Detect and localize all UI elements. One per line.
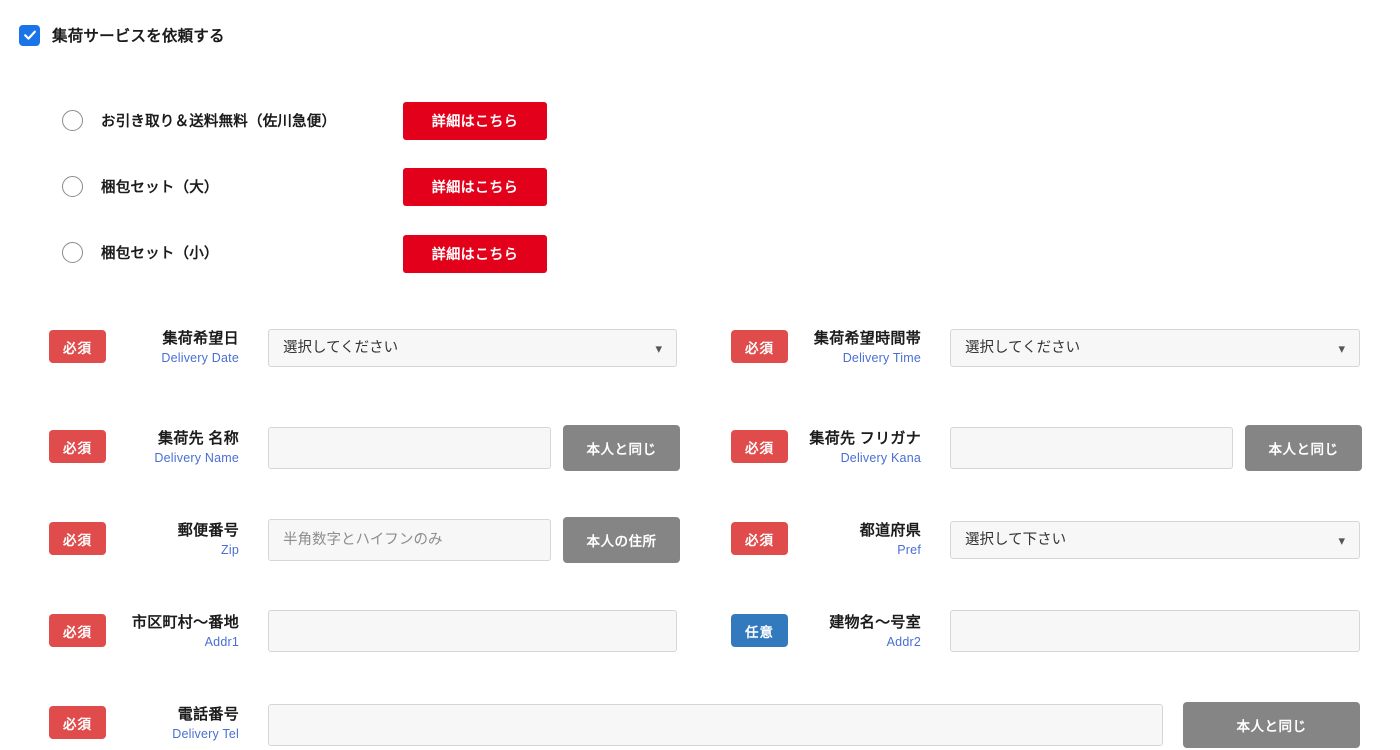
radio-unselected-icon[interactable]: [62, 176, 83, 197]
label-en-delivery-name: Delivery Name: [154, 450, 239, 465]
select-delivery-date[interactable]: 選択してください ▾: [268, 329, 677, 367]
badge-required: 必須: [731, 330, 788, 363]
field-wrap-pref: 選択して下さい ▾: [950, 521, 1360, 559]
option-row-package-small[interactable]: 梱包セット（小）: [62, 242, 219, 263]
option-label-package-small: 梱包セット（小）: [101, 246, 219, 262]
badge-required: 必須: [49, 522, 106, 555]
input-delivery-name[interactable]: [268, 427, 551, 469]
chevron-down-icon: ▾: [1338, 340, 1345, 356]
chevron-down-icon: ▾: [1338, 532, 1345, 548]
badge-required: 必須: [49, 430, 106, 463]
select-delivery-time[interactable]: 選択してください ▾: [950, 329, 1360, 367]
field-label-delivery-date: 必須 集荷希望日 Delivery Date: [49, 330, 239, 368]
label-ja-addr1: 市区町村〜番地: [131, 614, 239, 631]
label-ja-delivery-time: 集荷希望時間帯: [813, 330, 921, 347]
same-as-self-button-delivery-tel[interactable]: 本人と同じ: [1183, 702, 1360, 748]
label-ja-delivery-tel: 電話番号: [177, 706, 239, 723]
label-block-addr1: 市区町村〜番地 Addr1: [119, 614, 239, 652]
label-ja-zip: 郵便番号: [177, 522, 239, 539]
label-en-delivery-kana: Delivery Kana: [840, 450, 921, 465]
detail-button-package-small[interactable]: 詳細はこちら: [403, 235, 547, 273]
option-row-package-large[interactable]: 梱包セット（大）: [62, 176, 219, 197]
field-label-addr1: 必須 市区町村〜番地 Addr1: [49, 614, 239, 652]
field-wrap-delivery-tel: 本人と同じ: [268, 702, 1360, 748]
label-block-delivery-name: 集荷先 名称 Delivery Name: [119, 430, 239, 468]
badge-required: 必須: [49, 330, 106, 363]
input-addr1[interactable]: [268, 610, 677, 652]
field-wrap-delivery-time: 選択してください ▾: [950, 329, 1360, 367]
same-as-self-button-delivery-name[interactable]: 本人と同じ: [563, 425, 680, 471]
option-label-pickup-free: お引き取り＆送料無料（佐川急便）: [101, 114, 337, 130]
label-en-pref: Pref: [897, 542, 921, 557]
label-en-zip: Zip: [221, 542, 239, 557]
pickup-service-checkbox-row[interactable]: 集荷サービスを依頼する: [19, 24, 225, 46]
same-address-button-zip[interactable]: 本人の住所: [563, 517, 680, 563]
pickup-service-label: 集荷サービスを依頼する: [52, 28, 225, 45]
field-wrap-addr1: [268, 610, 677, 652]
field-label-delivery-name: 必須 集荷先 名称 Delivery Name: [49, 430, 239, 468]
field-label-delivery-kana: 必須 集荷先 フリガナ Delivery Kana: [731, 430, 921, 468]
label-block-pref: 都道府県 Pref: [801, 522, 921, 560]
label-ja-delivery-name: 集荷先 名称: [158, 430, 239, 447]
label-en-delivery-date: Delivery Date: [161, 350, 239, 365]
radio-unselected-icon[interactable]: [62, 242, 83, 263]
select-delivery-time-value: 選択してください: [965, 340, 1081, 356]
label-block-delivery-kana: 集荷先 フリガナ Delivery Kana: [801, 430, 921, 468]
label-ja-delivery-kana: 集荷先 フリガナ: [809, 430, 921, 447]
badge-required: 必須: [49, 706, 106, 739]
select-delivery-date-value: 選択してください: [283, 340, 399, 356]
input-zip-placeholder: 半角数字とハイフンのみ: [283, 532, 443, 548]
label-block-delivery-time: 集荷希望時間帯 Delivery Time: [801, 330, 921, 368]
badge-required: 必須: [731, 522, 788, 555]
input-zip[interactable]: 半角数字とハイフンのみ: [268, 519, 551, 561]
label-block-delivery-date: 集荷希望日 Delivery Date: [119, 330, 239, 368]
label-block-addr2: 建物名〜号室 Addr2: [801, 614, 921, 652]
field-label-pref: 必須 都道府県 Pref: [731, 522, 921, 560]
field-wrap-delivery-date: 選択してください ▾: [268, 329, 677, 367]
option-row-pickup-free[interactable]: お引き取り＆送料無料（佐川急便）: [62, 110, 336, 131]
badge-required: 必須: [731, 430, 788, 463]
checkbox-checked-icon[interactable]: [19, 24, 40, 46]
label-ja-pref: 都道府県: [859, 522, 921, 539]
label-block-delivery-tel: 電話番号 Delivery Tel: [119, 706, 239, 744]
option-label-package-large: 梱包セット（大）: [101, 180, 219, 196]
field-label-delivery-tel: 必須 電話番号 Delivery Tel: [49, 706, 239, 744]
chevron-down-icon: ▾: [655, 340, 662, 356]
badge-optional: 任意: [731, 614, 788, 647]
field-wrap-delivery-name: 本人と同じ: [268, 425, 680, 471]
radio-unselected-icon[interactable]: [62, 110, 83, 131]
pickup-service-form: 集荷サービスを依頼する お引き取り＆送料無料（佐川急便） 詳細はこちら 梱包セッ…: [0, 0, 1400, 750]
label-en-delivery-time: Delivery Time: [842, 350, 921, 365]
label-ja-delivery-date: 集荷希望日: [162, 330, 239, 347]
input-delivery-tel[interactable]: [268, 704, 1163, 746]
detail-button-pickup-free[interactable]: 詳細はこちら: [403, 102, 547, 140]
field-wrap-zip: 半角数字とハイフンのみ 本人の住所: [268, 517, 680, 563]
select-pref[interactable]: 選択して下さい ▾: [950, 521, 1360, 559]
badge-required: 必須: [49, 614, 106, 647]
same-as-self-button-delivery-kana[interactable]: 本人と同じ: [1245, 425, 1362, 471]
field-label-addr2: 任意 建物名〜号室 Addr2: [731, 614, 921, 652]
input-delivery-kana[interactable]: [950, 427, 1233, 469]
input-addr2[interactable]: [950, 610, 1360, 652]
field-wrap-addr2: [950, 610, 1360, 652]
detail-button-package-large[interactable]: 詳細はこちら: [403, 168, 547, 206]
select-pref-value: 選択して下さい: [965, 532, 1067, 548]
label-block-zip: 郵便番号 Zip: [119, 522, 239, 560]
label-en-addr1: Addr1: [204, 634, 239, 649]
label-ja-addr2: 建物名〜号室: [829, 614, 921, 631]
field-label-zip: 必須 郵便番号 Zip: [49, 522, 239, 560]
label-en-addr2: Addr2: [886, 634, 921, 649]
label-en-delivery-tel: Delivery Tel: [172, 726, 239, 741]
field-label-delivery-time: 必須 集荷希望時間帯 Delivery Time: [731, 330, 921, 368]
field-wrap-delivery-kana: 本人と同じ: [950, 425, 1362, 471]
